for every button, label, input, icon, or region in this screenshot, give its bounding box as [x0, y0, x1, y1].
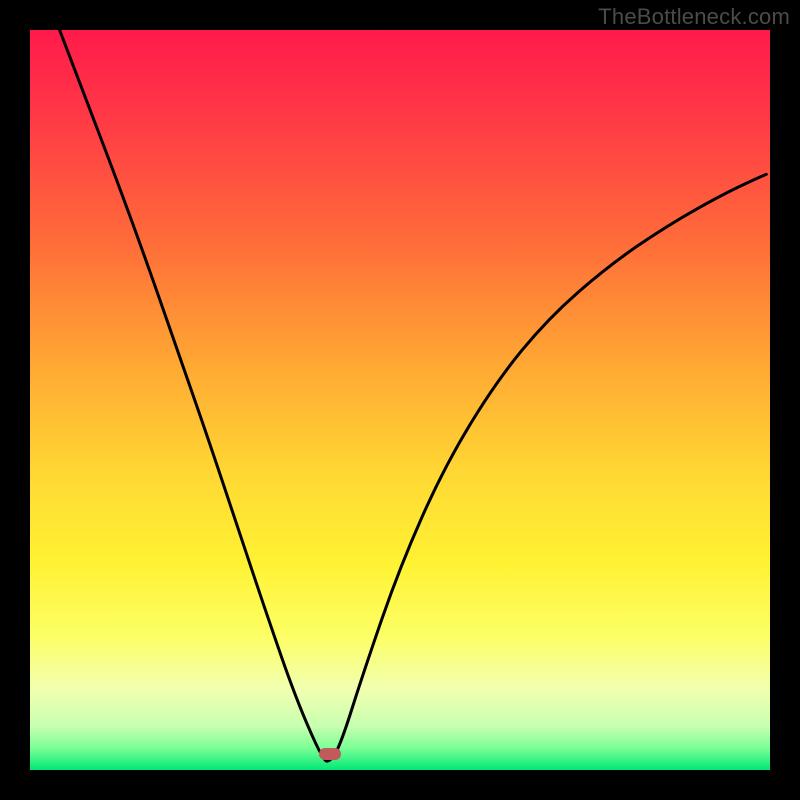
bottleneck-curve	[30, 30, 770, 770]
chart-root: TheBottleneck.com	[0, 0, 800, 800]
plot-area	[30, 30, 770, 770]
optimum-marker	[319, 748, 341, 760]
watermark-text: TheBottleneck.com	[598, 4, 790, 30]
